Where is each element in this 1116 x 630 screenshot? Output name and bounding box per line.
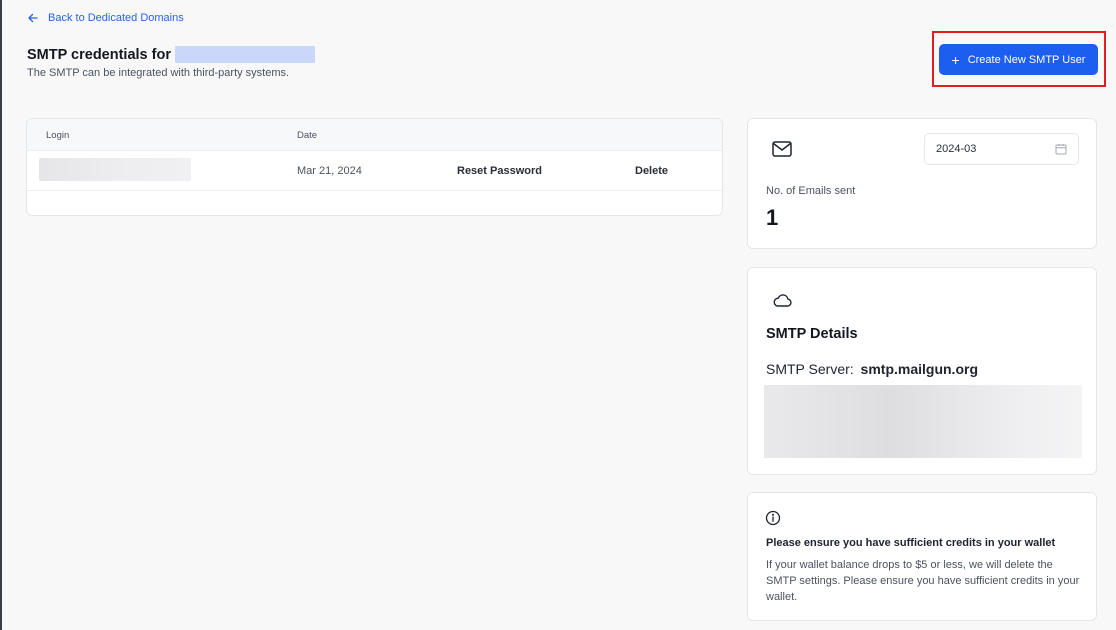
redacted-login: [39, 158, 191, 181]
reset-password-button[interactable]: Reset Password: [457, 165, 542, 177]
table-row: Mar 21, 2024 Reset Password Delete: [27, 151, 722, 191]
create-smtp-user-button[interactable]: + Create New SMTP User: [939, 44, 1098, 75]
wallet-notice-body: If your wallet balance drops to $5 or le…: [766, 559, 1080, 603]
redacted-domain-name: [174, 46, 315, 63]
wallet-notice-title: Please ensure you have sufficient credit…: [766, 537, 1056, 549]
page-title-text: SMTP credentials for: [27, 46, 171, 63]
plus-icon: +: [951, 51, 960, 68]
info-icon: [757, 502, 789, 534]
redacted-smtp-credentials: [764, 385, 1082, 458]
window-left-edge: [0, 0, 2, 630]
row-date: Mar 21, 2024: [297, 165, 362, 177]
emails-sent-card: 2024-03 No. of Emails sent 1: [747, 118, 1097, 249]
smtp-details-card: SMTP Details SMTP Server: smtp.mailgun.o…: [747, 267, 1097, 475]
smtp-server-value: smtp.mailgun.org: [860, 361, 978, 377]
wallet-notice-card: Please ensure you have sufficient credit…: [747, 492, 1097, 621]
page-title: SMTP credentials for: [27, 46, 315, 63]
smtp-server-row: SMTP Server: smtp.mailgun.org: [766, 361, 978, 377]
table-header: Login Date: [27, 119, 722, 151]
month-picker[interactable]: 2024-03: [924, 133, 1079, 165]
delete-button[interactable]: Delete: [635, 165, 668, 177]
smtp-users-table: Login Date Mar 21, 2024 Reset Password D…: [26, 118, 723, 216]
cloud-icon: [766, 284, 798, 316]
create-smtp-user-label: Create New SMTP User: [967, 53, 1086, 66]
column-header-date: Date: [297, 130, 318, 141]
calendar-icon: [1055, 144, 1067, 155]
emails-sent-label: No. of Emails sent: [766, 185, 856, 197]
back-link-label: Back to Dedicated Domains: [48, 12, 184, 24]
mail-icon: [766, 133, 798, 165]
back-link[interactable]: Back to Dedicated Domains: [27, 10, 184, 26]
month-picker-value: 2024-03: [936, 143, 977, 155]
emails-sent-count: 1: [766, 205, 779, 230]
page-subtitle: The SMTP can be integrated with third-pa…: [27, 67, 290, 79]
smtp-server-label: SMTP Server:: [766, 361, 854, 377]
smtp-details-title: SMTP Details: [766, 326, 858, 342]
arrow-left-icon: [28, 13, 38, 23]
column-header-login: Login: [46, 130, 70, 141]
